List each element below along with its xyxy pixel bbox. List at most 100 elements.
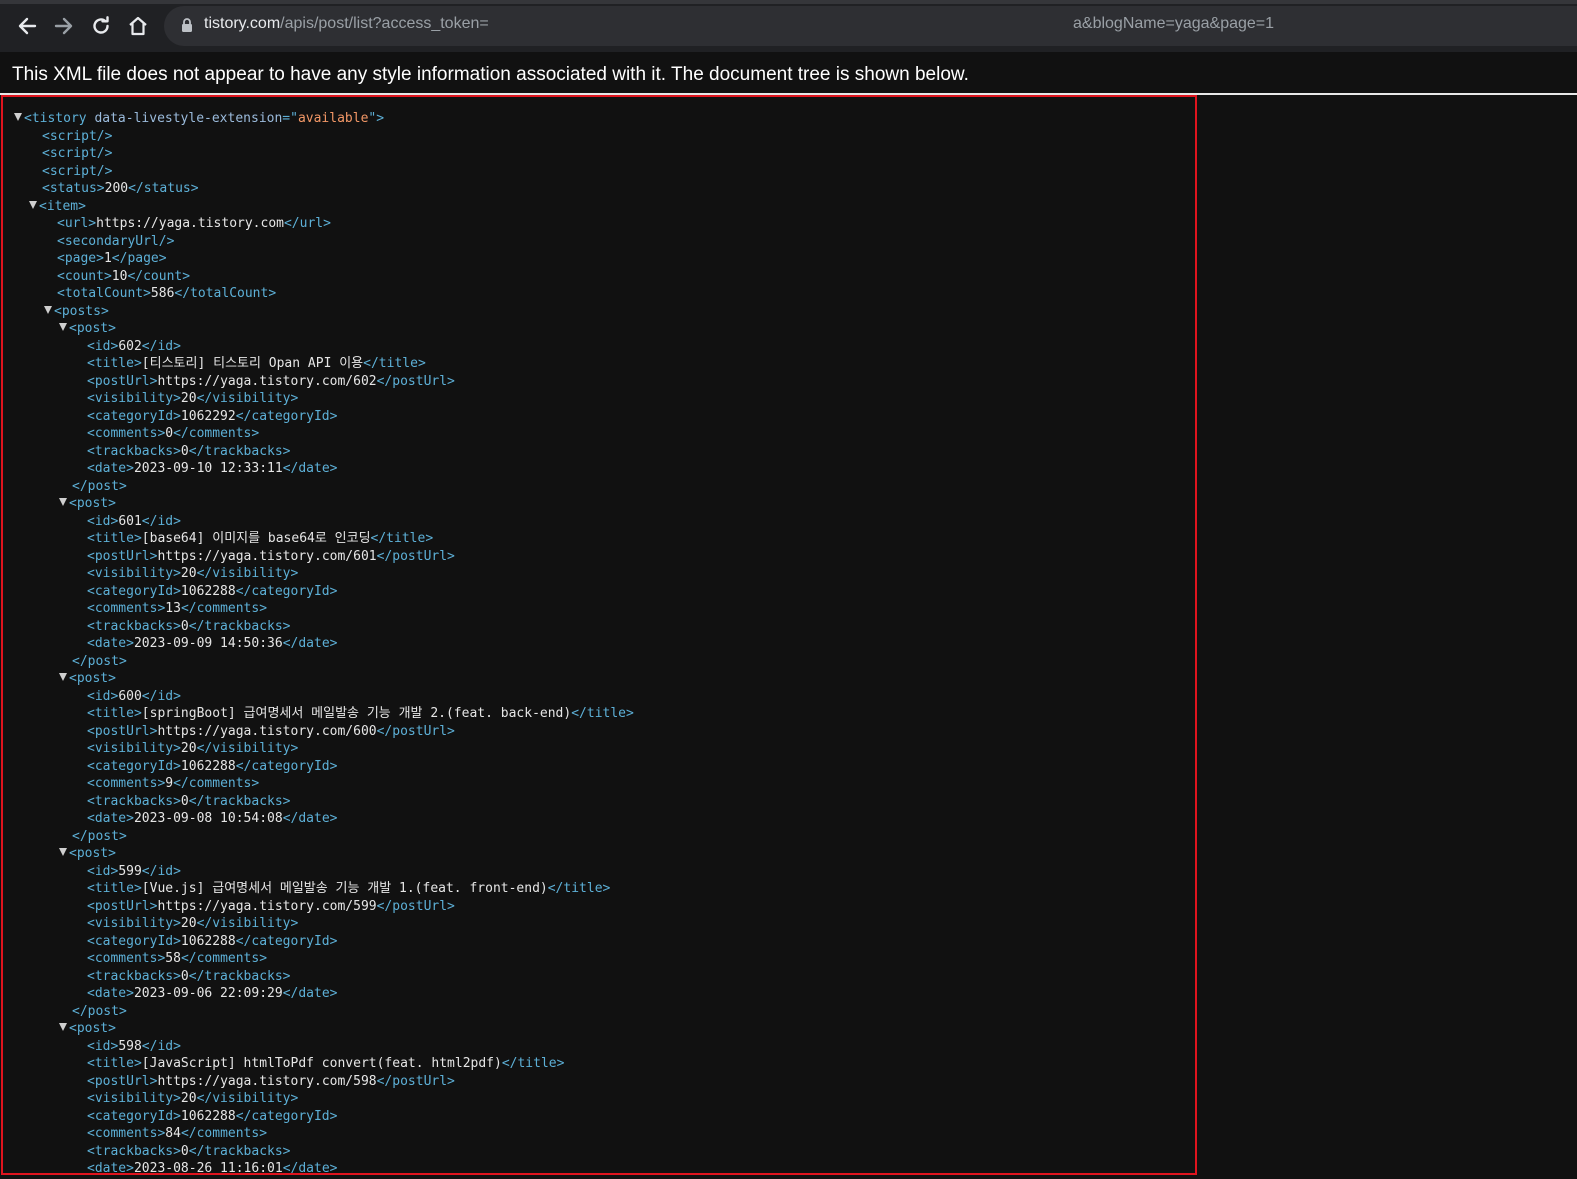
collapse-triangle-icon[interactable] xyxy=(59,673,67,681)
xml-close-tag: </trackbacks> xyxy=(188,443,291,459)
xml-value-title: [JavaScript] htmlToPdf convert(feat. htm… xyxy=(141,1056,502,1071)
xml-value-date: 2023-09-06 22:09:29 xyxy=(133,986,283,1001)
xml-open-tag: <categoryId> xyxy=(87,758,181,774)
xml-open-tag: <title> xyxy=(87,706,142,721)
back-button[interactable] xyxy=(14,13,40,39)
xml-element-trackbacks: <trackbacks>0</trackbacks> xyxy=(3,793,634,811)
xml-value-date: 2023-09-10 12:33:11 xyxy=(133,461,283,476)
xml-open-posts: <posts> xyxy=(3,303,634,321)
xml-document-tree: <tistory data-livestyle-extension="avail… xyxy=(3,110,634,1175)
forward-button[interactable] xyxy=(51,13,77,39)
xml-open-tag: <visibility> xyxy=(87,916,181,931)
reload-button[interactable] xyxy=(88,13,114,39)
xml-close-post: </post> xyxy=(3,653,634,671)
xml-value-posturl: https://yaga.tistory.com/599 xyxy=(157,898,377,914)
xml-element-status: <status>200</status> xyxy=(3,180,634,198)
xml-close-tag: </comments> xyxy=(180,1126,268,1141)
xml-value-id: 602 xyxy=(118,338,142,354)
xml-open-tag: <item> xyxy=(39,198,86,214)
xml-open-tag: <date> xyxy=(87,1161,134,1175)
xml-open-tag: <visibility> xyxy=(87,566,181,581)
xml-open-tag: <page> xyxy=(57,251,104,266)
xml-element-comments: <comments>58</comments> xyxy=(3,950,634,968)
xml-value-title: [티스토리] 티스토리 Opan API 이용 xyxy=(141,356,364,371)
xml-close-tag: </comments> xyxy=(173,426,260,441)
xml-element-categoryid: <categoryId>1062288</categoryId> xyxy=(3,758,634,776)
xml-close-tag: </trackbacks> xyxy=(188,793,291,809)
xml-open-tag: <postUrl> xyxy=(87,723,158,739)
xml-close-tag: </visibility> xyxy=(196,566,299,581)
xml-open-tag: <postUrl> xyxy=(87,1073,158,1089)
xml-value-id: 598 xyxy=(118,1038,142,1054)
xml-element-trackbacks: <trackbacks>0</trackbacks> xyxy=(3,618,634,636)
xml-element-script: <script/> xyxy=(3,163,634,181)
collapse-triangle-icon[interactable] xyxy=(59,848,67,856)
xml-close-tag: </date> xyxy=(282,636,338,651)
xml-value-visibility: 20 xyxy=(180,566,197,581)
xml-open-post: <post> xyxy=(3,1020,634,1038)
xml-open-tag: <date> xyxy=(87,636,134,651)
xml-open-tag: <id> xyxy=(87,688,119,704)
xml-root-tistory: <tistory data-livestyle-extension="avail… xyxy=(3,110,634,128)
xml-open-tag: <categoryId> xyxy=(87,583,181,599)
xml-close-tag: </post> xyxy=(72,828,127,844)
xml-value-comments: 13 xyxy=(165,601,181,616)
xml-open-tag: <date> xyxy=(87,461,134,476)
browser-toolbar: tistory.com/apis/post/list?access_token=… xyxy=(0,0,1577,52)
xml-value-categoryid: 1062288 xyxy=(180,758,236,774)
collapse-triangle-icon[interactable] xyxy=(59,1023,67,1031)
xml-open-tag: <comments> xyxy=(87,1126,166,1141)
xml-open-tag: <categoryId> xyxy=(87,408,181,424)
xml-element-trackbacks: <trackbacks>0</trackbacks> xyxy=(3,1143,634,1161)
xml-element-title: <title>[base64] 이미지를 base64로 인코딩</title> xyxy=(3,530,634,548)
xml-value-comments: 9 xyxy=(165,776,174,791)
xml-open-tag: <comments> xyxy=(87,776,166,791)
xml-attr-name: data-livestyle-extension xyxy=(94,111,283,126)
xml-value-posturl: https://yaga.tistory.com/601 xyxy=(157,548,377,564)
xml-open-tag: <postUrl> xyxy=(87,373,158,389)
collapse-triangle-icon[interactable] xyxy=(29,200,37,209)
xml-element-visibility: <visibility>20</visibility> xyxy=(3,1090,634,1108)
xml-open-tag: <post> xyxy=(69,671,116,686)
xml-element-id: <id>600</id> xyxy=(3,688,634,706)
url-text[interactable]: tistory.com/apis/post/list?access_token= xyxy=(204,15,489,33)
url-query-tail[interactable]: a&blogName=yaga&page=1 xyxy=(1073,15,1274,33)
xml-close-tag: </categoryId> xyxy=(235,933,338,949)
xml-open-tag: <posts> xyxy=(54,303,109,319)
xml-close-tag: </title> xyxy=(501,1056,565,1071)
xml-value-trackbacks: 0 xyxy=(180,793,189,809)
xml-open-tag: <post> xyxy=(69,846,116,861)
xml-element-categoryid: <categoryId>1062292</categoryId> xyxy=(3,408,634,426)
collapse-triangle-icon[interactable] xyxy=(59,323,67,331)
xml-open-tag: <comments> xyxy=(87,426,166,441)
xml-open-tag: <title> xyxy=(87,531,142,546)
xml-open-tag: <url> xyxy=(57,216,97,231)
xml-value-date: 2023-09-08 10:54:08 xyxy=(133,811,283,826)
xml-open-tag: <post> xyxy=(69,496,116,511)
xml-element-script: <script/> xyxy=(3,145,634,163)
xml-value-comments: 58 xyxy=(165,951,181,966)
xml-open-tag: <post> xyxy=(69,321,116,336)
xml-close-tag: </count> xyxy=(127,268,191,284)
xml-value-visibility: 20 xyxy=(180,741,197,756)
home-button[interactable] xyxy=(125,13,151,39)
xml-element-comments: <comments>84</comments> xyxy=(3,1125,634,1143)
collapse-triangle-icon[interactable] xyxy=(14,113,22,121)
xml-value-trackbacks: 0 xyxy=(180,618,189,634)
xml-close-tag: </date> xyxy=(282,811,338,826)
xml-element-posturl: <postUrl>https://yaga.tistory.com/598</p… xyxy=(3,1073,634,1091)
collapse-triangle-icon[interactable] xyxy=(44,305,52,314)
xml-element-visibility: <visibility>20</visibility> xyxy=(3,915,634,933)
xml-open-tag: <title> xyxy=(87,881,142,896)
xml-value-totalcount: 586 xyxy=(150,286,175,301)
xml-close-tag: </postUrl> xyxy=(376,723,455,739)
xml-close-tag: </status> xyxy=(128,181,199,196)
xml-close-tag: </id> xyxy=(141,338,181,354)
collapse-triangle-icon[interactable] xyxy=(59,498,67,506)
lock-icon[interactable] xyxy=(180,17,194,33)
xml-element-date: <date>2023-09-10 12:33:11</date> xyxy=(3,460,634,478)
xml-open-tag: <visibility> xyxy=(87,391,181,406)
xml-open-tag: <trackbacks> xyxy=(87,443,181,459)
xml-element-trackbacks: <trackbacks>0</trackbacks> xyxy=(3,968,634,986)
xml-open-tag: <postUrl> xyxy=(87,898,158,914)
